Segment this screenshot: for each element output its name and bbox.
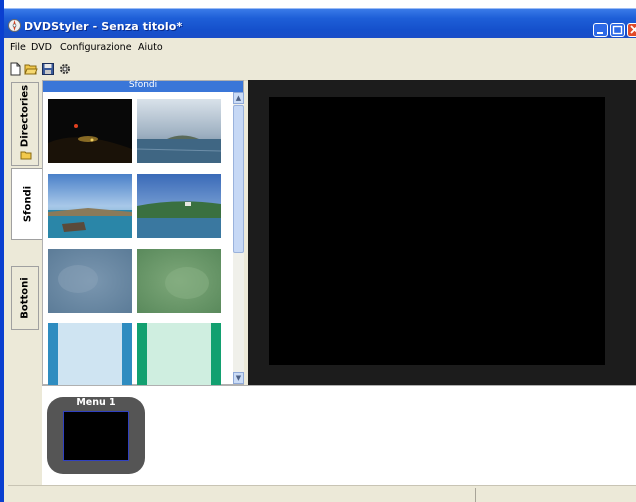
tab-sfondi[interactable]: Sfondi: [11, 168, 43, 240]
scroll-thumb[interactable]: [233, 105, 244, 253]
menu-configurazione[interactable]: Configurazione: [60, 42, 132, 53]
light-blue-stripes-image: [48, 323, 132, 385]
background-thumbnail[interactable]: [48, 99, 132, 163]
close-button[interactable]: [627, 23, 636, 37]
menu-preview-canvas[interactable]: [248, 80, 636, 385]
background-thumbnail[interactable]: [48, 174, 132, 238]
tab-directories[interactable]: Directories: [11, 82, 39, 166]
background-thumbnail[interactable]: [137, 249, 221, 313]
new-file-icon[interactable]: [8, 62, 22, 76]
shipwreck-sea-image: [48, 174, 132, 238]
green-blur-image: [137, 249, 221, 313]
tab-bottoni[interactable]: Bottoni: [11, 266, 39, 330]
minimize-button[interactable]: [593, 23, 608, 37]
panel-title: Sfondi: [128, 80, 158, 90]
background-thumbnail[interactable]: [137, 174, 221, 238]
folder-icon: [20, 151, 32, 160]
status-separator: [475, 488, 476, 502]
backgrounds-panel: Sfondi ▲ ▼: [42, 80, 244, 385]
minimize-icon: [597, 32, 603, 34]
menu-thumbnail[interactable]: Menu 1: [47, 397, 145, 474]
light-green-stripes-image: [137, 323, 221, 385]
save-icon[interactable]: [41, 62, 55, 76]
background-thumbnail[interactable]: [137, 323, 221, 385]
window-title: DVDStyler - Senza titolo*: [24, 20, 183, 33]
close-icon: [630, 25, 636, 34]
background-thumbnail[interactable]: [48, 249, 132, 313]
background-thumbnail[interactable]: [137, 99, 221, 163]
menu-file[interactable]: File: [10, 42, 26, 53]
scroll-down-button[interactable]: ▼: [233, 372, 244, 384]
toolbar: [8, 58, 636, 81]
menu-bar: File DVD Configurazione Aiuto: [8, 38, 636, 58]
menu-aiuto[interactable]: Aiuto: [138, 42, 163, 53]
menu-thumbnails-strip: Menu 1: [42, 385, 636, 486]
night-road-image: [48, 99, 132, 163]
status-bar: [8, 485, 636, 502]
menu-thumbnail-screen: [63, 411, 129, 461]
app-window: DVDStyler - Senza titolo* File DVD Confi…: [0, 0, 636, 502]
open-folder-icon[interactable]: [24, 62, 38, 76]
tab-directories-label: Directories: [19, 84, 31, 147]
title-bar[interactable]: DVDStyler - Senza titolo*: [4, 0, 636, 38]
tab-sfondi-label: Sfondi: [22, 185, 33, 223]
dvdstyler-app-icon: [8, 19, 21, 32]
tab-bottoni-label: Bottoni: [19, 277, 31, 319]
blue-blur-image: [48, 249, 132, 313]
panel-header: Sfondi: [43, 80, 243, 92]
side-tab-bar: Directories Sfondi Bottoni: [8, 80, 43, 385]
background-thumbnail[interactable]: [48, 323, 132, 385]
maximize-icon: [612, 25, 623, 35]
menu-dvd[interactable]: DVD: [31, 42, 52, 53]
scroll-up-button[interactable]: ▲: [233, 92, 244, 104]
settings-icon[interactable]: [58, 62, 72, 76]
sea-clouds-image: [137, 99, 221, 163]
menu-background-area[interactable]: [269, 97, 605, 365]
vertical-scrollbar[interactable]: ▲ ▼: [233, 92, 244, 384]
maximize-button[interactable]: [610, 23, 625, 37]
coastal-hills-image: [137, 174, 221, 238]
menu-thumbnail-label: Menu 1: [76, 397, 116, 408]
